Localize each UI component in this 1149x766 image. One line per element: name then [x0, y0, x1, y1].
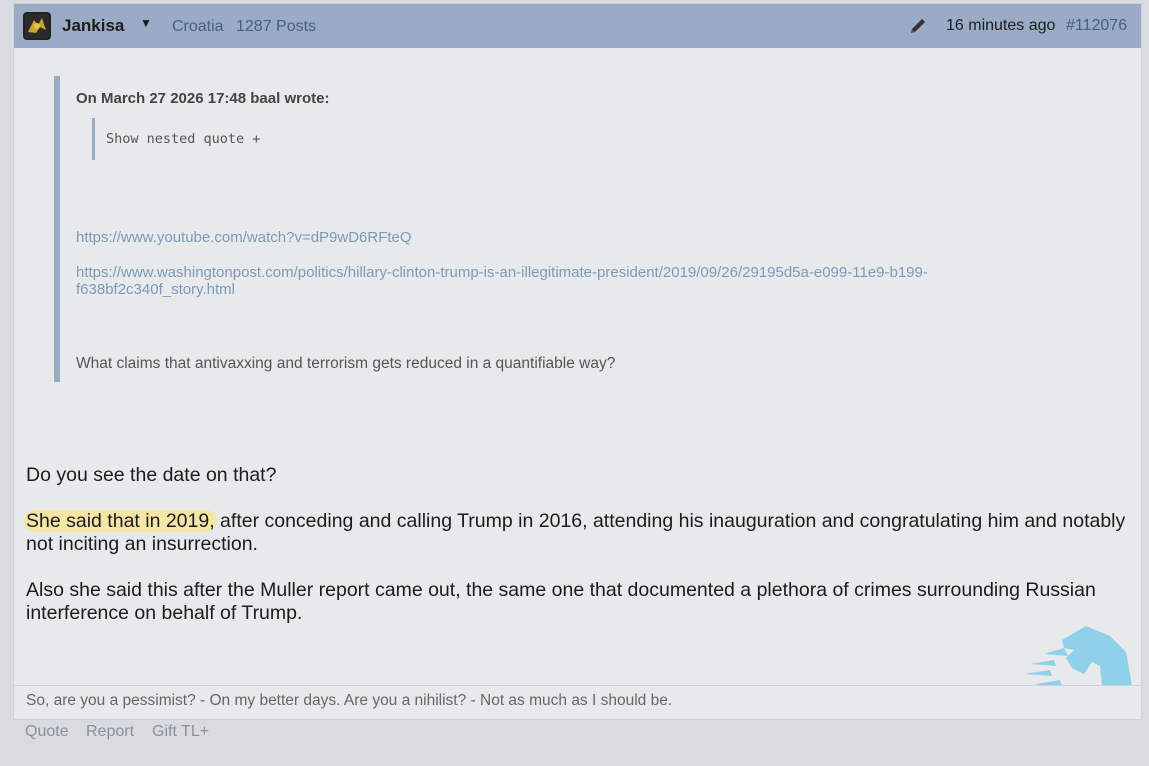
- post-number-link[interactable]: #112076: [1066, 17, 1127, 35]
- team-liquid-logo: [1024, 626, 1132, 686]
- post-paragraph-2: She said that in 2019, after conceding a…: [24, 510, 1136, 556]
- show-nested-quote-toggle[interactable]: Show nested quote +: [106, 131, 260, 147]
- washingtonpost-link-line1: https://www.washingtonpost.com/politics/…: [76, 264, 928, 281]
- highlighted-text: She said that in 2019,: [24, 510, 217, 532]
- avatar[interactable]: [23, 12, 51, 40]
- quote-button[interactable]: Quote: [25, 723, 69, 741]
- report-button[interactable]: Report: [86, 723, 134, 741]
- washingtonpost-link-line2: f638bf2c340f_story.html: [76, 281, 235, 298]
- username[interactable]: Jankisa: [62, 16, 124, 36]
- youtube-link[interactable]: https://www.youtube.com/watch?v=dP9wD6RF…: [76, 229, 412, 246]
- caret-down-icon[interactable]: ▼: [140, 16, 152, 30]
- post-header: Jankisa ▼ Croatia 1287 Posts 16 minutes …: [14, 4, 1141, 48]
- user-country: Croatia: [172, 18, 224, 35]
- nested-quote: Show nested quote +: [92, 118, 260, 160]
- quote-block: On March 27 2026 17:48 baal wrote: Show …: [54, 76, 1110, 382]
- user-post-count: 1287 Posts: [236, 18, 317, 35]
- signature: So, are you a pessimist? - On my better …: [14, 685, 1141, 720]
- pencil-edit-icon[interactable]: [907, 15, 929, 37]
- post-timestamp: 16 minutes ago: [946, 17, 1056, 34]
- post-paragraph-1: Do you see the date on that?: [26, 464, 277, 486]
- signature-text: So, are you a pessimist? - On my better …: [26, 692, 673, 709]
- washingtonpost-link[interactable]: https://www.washingtonpost.com/politics/…: [76, 264, 1016, 298]
- forum-post: Jankisa ▼ Croatia 1287 Posts 16 minutes …: [13, 3, 1142, 720]
- quote-author: On March 27 2026 17:48 baal wrote:: [76, 90, 330, 107]
- quote-text: What claims that antivaxxing and terrori…: [76, 355, 616, 372]
- gift-tl-button[interactable]: Gift TL+: [152, 723, 209, 741]
- post-paragraph-3: Also she said this after the Muller repo…: [26, 579, 1096, 624]
